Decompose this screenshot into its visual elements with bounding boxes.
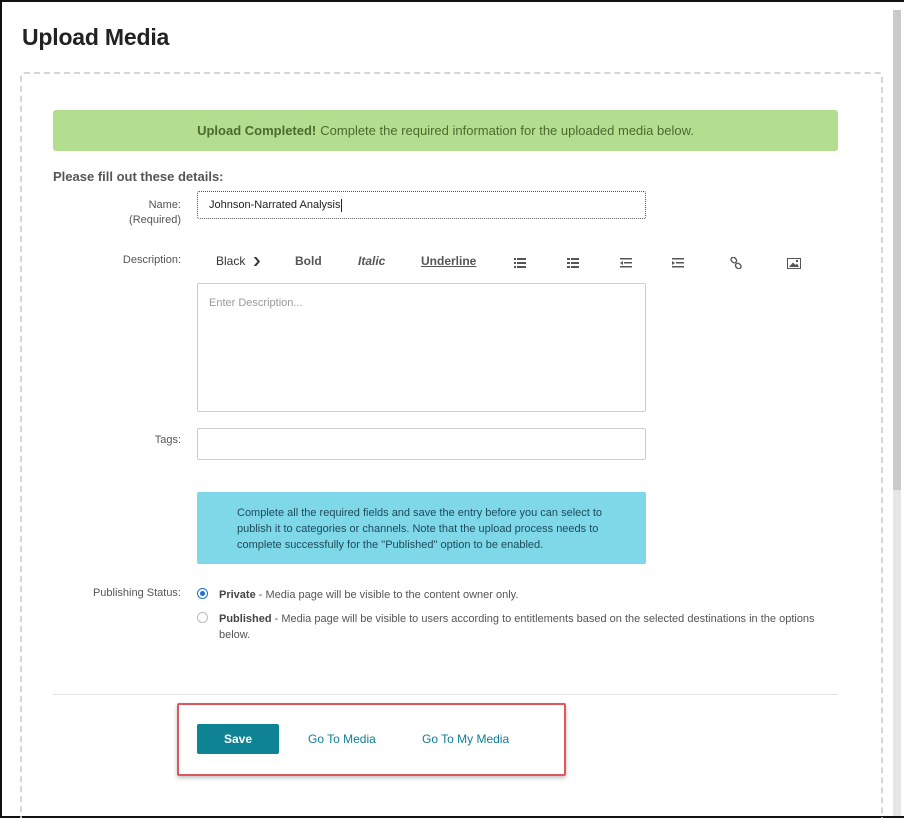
chevron-down-icon: ❯ xyxy=(252,255,263,266)
alert-strong: Upload Completed! xyxy=(197,123,317,138)
name-input[interactable]: Johnson-Narrated Analysis xyxy=(197,191,646,219)
ordered-list-icon[interactable] xyxy=(567,254,579,272)
published-radio[interactable] xyxy=(197,612,208,623)
details-heading: Please fill out these details: xyxy=(53,169,224,184)
text-caret xyxy=(341,198,343,212)
published-option-text: Published - Media page will be visible t… xyxy=(213,611,822,643)
private-option-title: Private xyxy=(219,589,256,601)
tags-input[interactable] xyxy=(197,428,646,460)
radio-option-private[interactable]: Private - Media page will be visible to … xyxy=(197,587,518,603)
description-toolbar: Black ❯ Bold Italic Underline xyxy=(197,252,817,272)
published-option-title: Published xyxy=(219,613,272,625)
go-to-media-link[interactable]: Go To Media xyxy=(308,732,376,746)
radio-option-published[interactable]: Published - Media page will be visible t… xyxy=(197,611,822,643)
name-input-value: Johnson-Narrated Analysis xyxy=(209,199,341,211)
published-option-desc: - Media page will be visible to users ac… xyxy=(219,613,815,641)
bold-button[interactable]: Bold xyxy=(295,252,322,270)
save-button[interactable]: Save xyxy=(197,724,279,754)
go-to-my-media-link[interactable]: Go To My Media xyxy=(422,732,509,746)
underline-button[interactable]: Underline xyxy=(421,252,476,270)
description-placeholder: Enter Description... xyxy=(209,297,303,309)
unordered-list-icon[interactable] xyxy=(514,254,526,272)
name-required-text: (Required) xyxy=(129,214,181,226)
image-icon[interactable] xyxy=(787,254,801,272)
private-radio[interactable] xyxy=(197,588,208,599)
form-divider xyxy=(53,694,838,695)
outdent-icon[interactable] xyxy=(620,254,632,272)
name-label-text: Name: xyxy=(148,199,181,211)
private-option-text: Private - Media page will be visible to … xyxy=(219,587,518,603)
italic-button[interactable]: Italic xyxy=(358,252,385,270)
text-color-value: Black xyxy=(216,254,246,268)
publishing-status-label: Publishing Status: xyxy=(92,587,181,599)
vertical-scrollbar[interactable] xyxy=(893,10,901,816)
description-label: Description: xyxy=(122,254,181,266)
page-title: Upload Media xyxy=(22,24,170,50)
upload-success-alert: Upload Completed! Complete the required … xyxy=(53,110,838,151)
indent-icon[interactable] xyxy=(672,254,684,272)
tags-label: Tags: xyxy=(154,434,181,446)
link-icon[interactable] xyxy=(730,254,742,272)
scrollbar-thumb[interactable] xyxy=(893,10,901,490)
private-option-desc: - Media page will be visible to the cont… xyxy=(255,589,519,601)
text-color-select[interactable]: Black ❯ xyxy=(216,252,263,270)
description-textarea[interactable]: Enter Description... xyxy=(197,283,646,412)
publish-info-box: Complete all the required fields and sav… xyxy=(197,492,646,564)
name-label: Name: (Required) xyxy=(90,198,181,228)
alert-text: Complete the required information for th… xyxy=(320,123,694,138)
